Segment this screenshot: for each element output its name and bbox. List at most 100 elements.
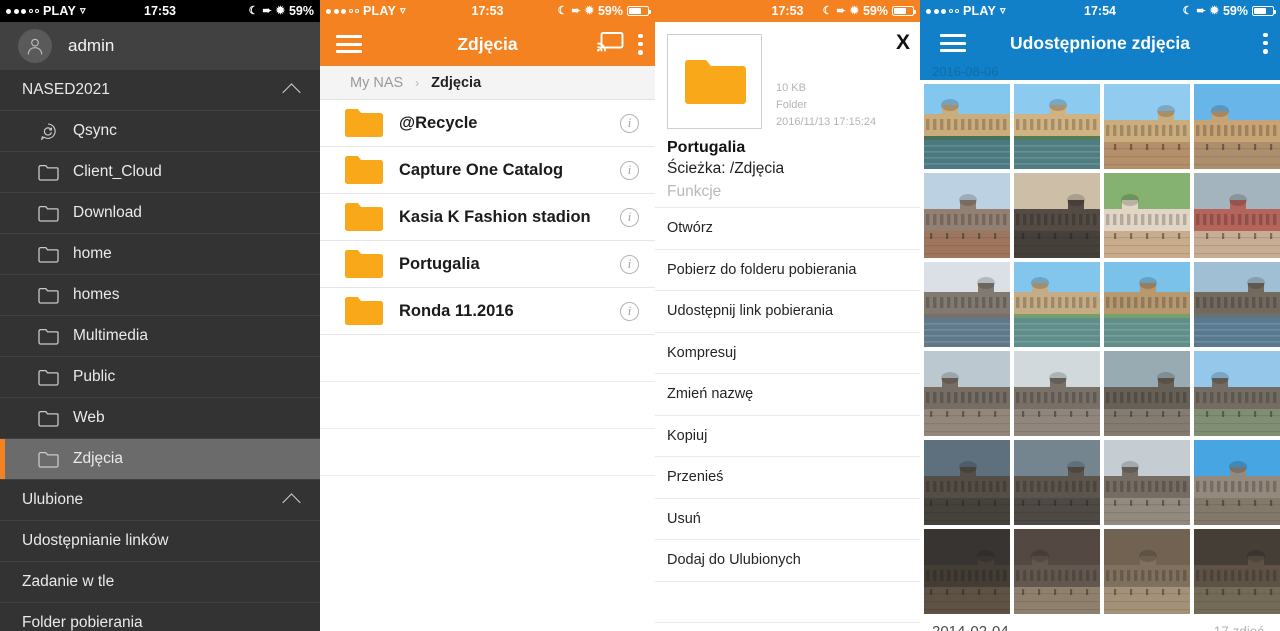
action-item[interactable]: Udostępnij link pobierania	[655, 290, 920, 332]
photo-thumbnail[interactable]	[924, 262, 1010, 347]
sidebar-item-download[interactable]: Download	[0, 193, 320, 234]
kebab-menu-icon[interactable]	[1263, 32, 1268, 54]
sidebar-item-label: Download	[73, 204, 142, 221]
breadcrumb: My NAS › Zdjęcia	[320, 66, 655, 100]
folder-icon	[345, 250, 383, 278]
file-row[interactable]: Ronda 11.2016 i	[320, 288, 655, 335]
sidebar-extra-label: Folder pobierania	[22, 614, 143, 631]
sidebar-extra-list: Udostępnianie linków Zadanie w tle Folder …	[0, 521, 320, 631]
file-row[interactable]: Portugalia i	[320, 241, 655, 288]
sidebar-item-label: Client_Cloud	[73, 163, 162, 180]
photo-thumbnail[interactable]	[1194, 529, 1280, 614]
app-bar-photos: Udostępnione zdjęcia	[920, 22, 1280, 64]
hamburger-icon[interactable]	[940, 34, 966, 52]
photo-thumbnail[interactable]	[924, 351, 1010, 436]
account-row[interactable]: admin	[0, 22, 320, 70]
action-item[interactable]: Zmień nazwę	[655, 373, 920, 415]
status-indicators: ☾ ➨ ✹ 59%	[558, 4, 652, 18]
sidebar-item-label: Web	[73, 409, 105, 426]
photo-thumbnail[interactable]	[924, 173, 1010, 258]
carrier-name: PLAY	[43, 4, 76, 18]
action-item[interactable]: Przenieś	[655, 456, 920, 498]
folder-outline-icon	[38, 164, 59, 181]
photo-thumbnail[interactable]	[1014, 440, 1100, 525]
file-size: 10 KB	[776, 82, 806, 94]
sidebar-group-nas-label: NASED2021	[22, 81, 110, 98]
file-row[interactable]: Kasia K Fashion stadion i	[320, 194, 655, 241]
sidebar-item-web[interactable]: Web	[0, 398, 320, 439]
action-item[interactable]: Pobierz do folderu pobierania	[655, 248, 920, 291]
action-label: Dodaj do Ulubionych	[667, 552, 801, 569]
close-icon[interactable]: X	[896, 32, 910, 53]
action-item[interactable]: Kopiuj	[655, 414, 920, 457]
sidebar-group-favorites-label: Ulubione	[22, 491, 84, 508]
photo-thumbnail[interactable]	[1014, 351, 1100, 436]
sidebar-extra-1[interactable]: Zadanie w tle	[0, 562, 320, 603]
battery-icon	[892, 6, 917, 16]
file-name: Portugalia	[399, 254, 480, 273]
folder-outline-icon	[38, 369, 59, 386]
kebab-menu-icon[interactable]	[638, 33, 643, 55]
moon-icon: ☾	[1182, 4, 1193, 17]
carrier-name: PLAY	[963, 4, 996, 18]
photo-thumbnail[interactable]	[1194, 262, 1280, 347]
photo-thumbnail[interactable]	[1014, 173, 1100, 258]
sidebar-group-favorites[interactable]: Ulubione	[0, 480, 320, 521]
photo-thumbnail[interactable]	[1104, 173, 1190, 258]
photo-thumbnail[interactable]	[1194, 84, 1280, 169]
wifi-icon: ▿	[400, 4, 406, 17]
photo-thumbnail[interactable]	[1104, 440, 1190, 525]
sidebar-item-label: Zdjęcia	[73, 450, 123, 467]
breadcrumb-root[interactable]: My NAS	[350, 75, 403, 91]
photo-thumbnail[interactable]	[1014, 529, 1100, 614]
action-label: Pobierz do folderu pobierania	[667, 261, 857, 278]
photo-thumbnail[interactable]	[924, 84, 1010, 169]
folder-outline-icon	[38, 287, 59, 304]
sidebar-item-multimedia[interactable]: Multimedia	[0, 316, 320, 357]
info-icon[interactable]: i	[620, 160, 639, 180]
photo-thumbnail[interactable]	[1014, 84, 1100, 169]
hamburger-icon[interactable]	[336, 35, 362, 53]
folder-outline-icon	[38, 328, 59, 345]
sidebar-item-homes[interactable]: homes	[0, 275, 320, 316]
wifi-icon: ▿	[1000, 4, 1006, 17]
action-item[interactable]: Dodaj do Ulubionych	[655, 539, 920, 581]
sidebar-item-qsync[interactable]: Qsync	[0, 111, 320, 152]
sidebar-extra-2[interactable]: Folder pobierania	[0, 603, 320, 631]
photo-thumbnail[interactable]	[1104, 84, 1190, 169]
sidebar-item-zdj-cia[interactable]: Zdjęcia	[0, 439, 320, 480]
photo-thumbnail[interactable]	[924, 440, 1010, 525]
info-icon[interactable]: i	[620, 207, 639, 227]
chevron-right-icon: ›	[415, 75, 420, 90]
folder-icon	[345, 297, 383, 325]
breadcrumb-current: Zdjęcia	[431, 74, 482, 91]
photo-thumbnail[interactable]	[1194, 440, 1280, 525]
sidebar-item-public[interactable]: Public	[0, 357, 320, 398]
action-item[interactable]: Kompresuj	[655, 331, 920, 374]
action-item[interactable]: Otwórz	[655, 207, 920, 249]
sidebar-item-home[interactable]: home	[0, 234, 320, 275]
photo-thumbnail[interactable]	[1104, 351, 1190, 436]
file-row[interactable]: Capture One Catalog i	[320, 147, 655, 194]
photo-thumbnail[interactable]	[1014, 262, 1100, 347]
panel-shared-photos: PLAY ▿ 17:54 ☾ ➨ ✹ 59% Udostępnione zdję…	[920, 0, 1280, 631]
location-arrow-icon: ➨	[262, 4, 272, 17]
cast-icon[interactable]	[596, 31, 624, 57]
sidebar-extra-0[interactable]: Udostępnianie linków	[0, 521, 320, 562]
file-path: Ścieżka: /Zdjęcia	[667, 160, 785, 178]
info-icon[interactable]: i	[620, 301, 639, 321]
photo-thumbnail[interactable]	[1104, 529, 1190, 614]
photo-thumbnail[interactable]	[1104, 262, 1190, 347]
info-icon[interactable]: i	[620, 254, 639, 274]
chevron-up-icon	[282, 492, 301, 512]
info-icon[interactable]: i	[620, 113, 639, 133]
sidebar-item-client-cloud[interactable]: Client_Cloud	[0, 152, 320, 193]
photo-thumbnail[interactable]	[924, 529, 1010, 614]
sidebar-group-nas[interactable]: NASED2021	[0, 70, 320, 111]
photo-thumbnail[interactable]	[1194, 173, 1280, 258]
photo-thumbnail[interactable]	[1194, 351, 1280, 436]
moon-icon: ☾	[822, 4, 833, 17]
file-row[interactable]: @Recycle i	[320, 100, 655, 147]
action-item[interactable]: Usuń	[655, 497, 920, 540]
action-list: Otwórz Pobierz do folderu pobierania Udost…	[655, 207, 920, 581]
